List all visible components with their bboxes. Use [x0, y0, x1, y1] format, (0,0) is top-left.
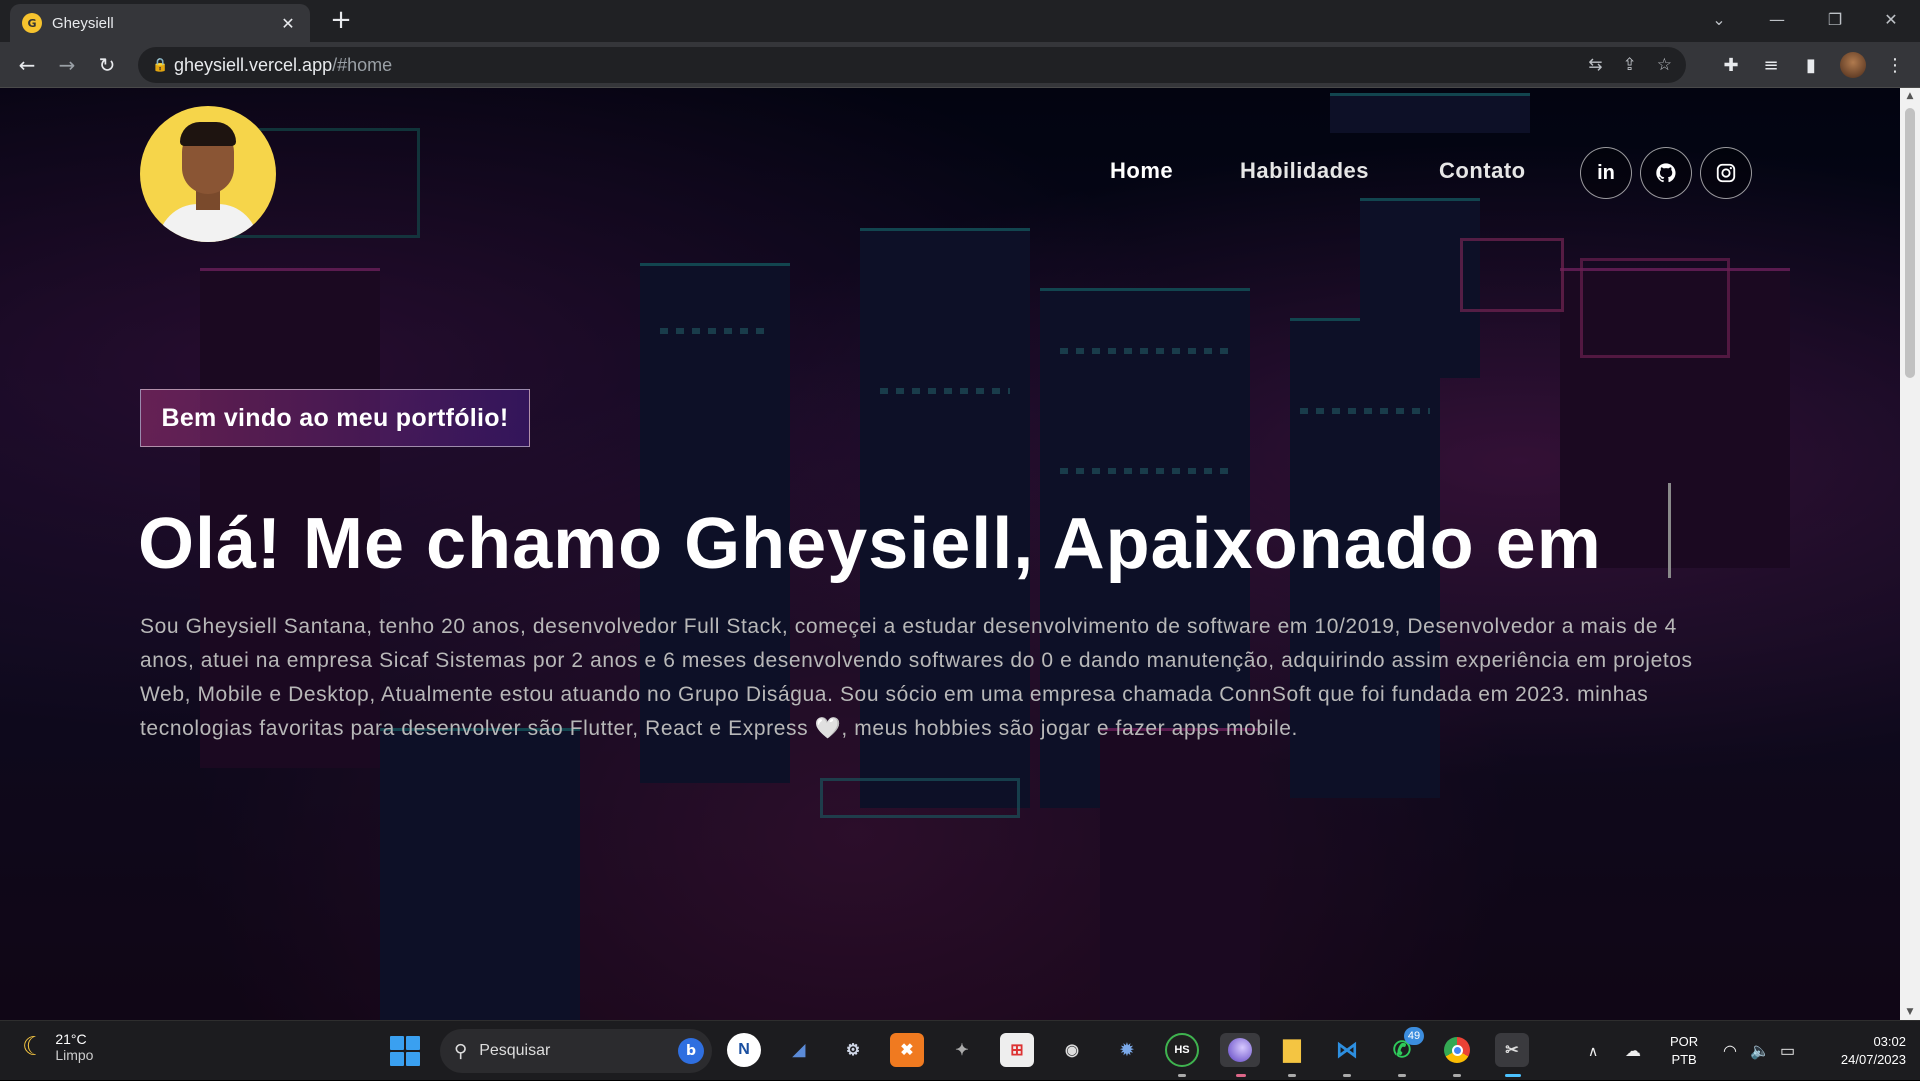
github-glyph — [1656, 163, 1676, 183]
lock-icon: 🔒 — [152, 57, 169, 73]
file-explorer-icon[interactable]: ▇ — [1275, 1033, 1309, 1067]
clock-date: 24/07/2023 — [1840, 1052, 1906, 1067]
windows-start-icon[interactable] — [390, 1036, 420, 1066]
app-icon-gun[interactable]: ✦ — [945, 1033, 979, 1067]
instagram-glyph — [1716, 163, 1736, 183]
running-indicator — [1453, 1074, 1461, 1077]
minimize-button[interactable]: — — [1748, 0, 1806, 38]
about-paragraph: Sou Gheysiell Santana, tenho 20 anos, de… — [140, 615, 1693, 740]
url-host: gheysiell.vercel.app — [174, 54, 333, 75]
wifi-icon[interactable]: ◠ — [1723, 1021, 1737, 1081]
browser-toolbar: ← → ↻ 🔒 gheysiell.vercel.app/#home ⇆ ⇪ ☆… — [0, 42, 1920, 88]
taskbar-clock[interactable]: 03:02 24/07/2023 — [1820, 1033, 1906, 1069]
app-icon-hs[interactable]: HS — [1165, 1033, 1199, 1067]
snipping-tool-icon[interactable]: ✂ — [1495, 1033, 1529, 1067]
browser-tab[interactable]: G Gheysiell ✕ — [10, 4, 310, 42]
linkedin-label: in — [1597, 161, 1615, 184]
running-indicator — [1178, 1074, 1186, 1077]
hero-headline: Olá! Me chamo Gheysiell, Apaixonado em — [138, 504, 1602, 584]
battery-icon[interactable]: ▭ — [1780, 1021, 1795, 1081]
xampp-icon[interactable]: ✖ — [890, 1033, 924, 1067]
close-tab-icon[interactable]: ✕ — [278, 14, 298, 33]
browser-chrome: G Gheysiell ✕ + ⌄ — ❐ ✕ ← → ↻ 🔒 gheysiel… — [0, 0, 1920, 88]
taskbar-search[interactable]: ⚲ Pesquisar b — [440, 1029, 712, 1073]
close-window-button[interactable]: ✕ — [1862, 0, 1920, 38]
scroll-down-arrow-icon[interactable]: ▼ — [1900, 1004, 1920, 1020]
lang-line1: POR — [1670, 1034, 1699, 1049]
typing-cursor — [1668, 483, 1671, 578]
instagram-icon[interactable] — [1700, 147, 1752, 199]
chrome-icon[interactable] — [1440, 1033, 1474, 1067]
weather-widget[interactable]: ☾ 21°C Limpo — [22, 1031, 93, 1063]
bookmark-star-icon[interactable]: ☆ — [1657, 55, 1672, 75]
url-text: gheysiell.vercel.app/#home — [174, 55, 392, 76]
nav-contato[interactable]: Contato — [1439, 158, 1526, 188]
running-indicator — [1343, 1074, 1351, 1077]
weather-desc: Limpo — [55, 1047, 94, 1063]
tab-title: Gheysiell — [52, 14, 114, 32]
clock-time: 03:02 — [1873, 1034, 1906, 1049]
new-tab-button[interactable]: + — [326, 6, 356, 36]
page-viewport: Home Habilidades Contato in Bem vindo ao… — [0, 88, 1900, 1020]
tray-chevron-icon[interactable]: ∧ — [1588, 1021, 1598, 1081]
weather-temp: 21°C — [55, 1031, 87, 1047]
scrollbar-thumb[interactable] — [1905, 108, 1915, 378]
language-indicator[interactable]: POR PTB — [1670, 1033, 1698, 1069]
app-icon-n[interactable]: N — [727, 1033, 761, 1067]
search-icon: ⚲ — [454, 1040, 468, 1062]
windows-taskbar: ☾ 21°C Limpo ⚲ Pesquisar b N ◢ ⚙ ✖ ✦ ⊞ ◉… — [0, 1020, 1920, 1080]
extensions-icon[interactable]: ✚ — [1716, 50, 1746, 80]
active-indicator — [1505, 1074, 1521, 1077]
running-indicator — [1398, 1074, 1406, 1077]
bing-icon[interactable]: b — [678, 1038, 704, 1064]
lang-line2: PTB — [1671, 1052, 1697, 1067]
settings-gear-icon[interactable]: ✹ — [1110, 1033, 1144, 1067]
profile-avatar[interactable] — [1840, 52, 1866, 78]
vscode-icon[interactable]: ⋈ — [1330, 1033, 1364, 1067]
steam-icon[interactable]: ⚙ — [836, 1033, 870, 1067]
back-icon[interactable]: ← — [12, 50, 42, 80]
volume-icon[interactable]: 🔈 — [1750, 1021, 1770, 1081]
linkedin-icon[interactable]: in — [1580, 147, 1632, 199]
menu-dots-icon[interactable]: ⋮ — [1880, 50, 1910, 80]
share-icon[interactable]: ⇪ — [1623, 55, 1637, 75]
github-icon[interactable] — [1640, 147, 1692, 199]
running-indicator — [1288, 1074, 1296, 1077]
avatar-hair — [180, 122, 236, 146]
reload-icon[interactable]: ↻ — [92, 50, 122, 80]
welcome-tagline: Bem vindo ao meu portfólio! — [140, 389, 530, 447]
site-favicon-icon: G — [22, 13, 42, 33]
forward-icon[interactable]: → — [52, 50, 82, 80]
nav-home[interactable]: Home — [1110, 158, 1173, 188]
address-bar[interactable]: 🔒 gheysiell.vercel.app/#home ⇆ ⇪ ☆ — [138, 47, 1686, 83]
onedrive-icon[interactable]: ☁ — [1625, 1021, 1641, 1081]
hs-label: HS — [1174, 1044, 1190, 1056]
tab-strip: G Gheysiell ✕ + ⌄ — ❐ ✕ — [0, 0, 1920, 42]
whatsapp-badge: 49 — [1404, 1027, 1424, 1045]
obs-icon[interactable]: ◉ — [1055, 1033, 1089, 1067]
nav-habilidades[interactable]: Habilidades — [1240, 158, 1369, 188]
browser-app-icon[interactable] — [1220, 1033, 1260, 1067]
url-path: /#home — [332, 54, 393, 75]
tab-search-icon[interactable]: ⌄ — [1690, 0, 1748, 38]
app-icon-edge[interactable]: ◢ — [782, 1033, 816, 1067]
app-icon-windows-logo[interactable]: ⊞ — [1000, 1033, 1034, 1067]
side-panel-icon[interactable]: ▮ — [1796, 50, 1826, 80]
reading-list-icon[interactable]: ≡ — [1756, 50, 1786, 80]
scroll-up-arrow-icon[interactable]: ▲ — [1900, 88, 1920, 104]
translate-icon[interactable]: ⇆ — [1588, 55, 1602, 75]
restore-button[interactable]: ❐ — [1806, 0, 1864, 38]
moon-icon: ☾ — [22, 1032, 46, 1062]
logo-avatar[interactable] — [140, 106, 276, 242]
page-scrollbar[interactable]: ▲ ▼ — [1900, 88, 1920, 1020]
active-indicator — [1236, 1074, 1246, 1077]
search-label: Pesquisar — [479, 1042, 551, 1059]
